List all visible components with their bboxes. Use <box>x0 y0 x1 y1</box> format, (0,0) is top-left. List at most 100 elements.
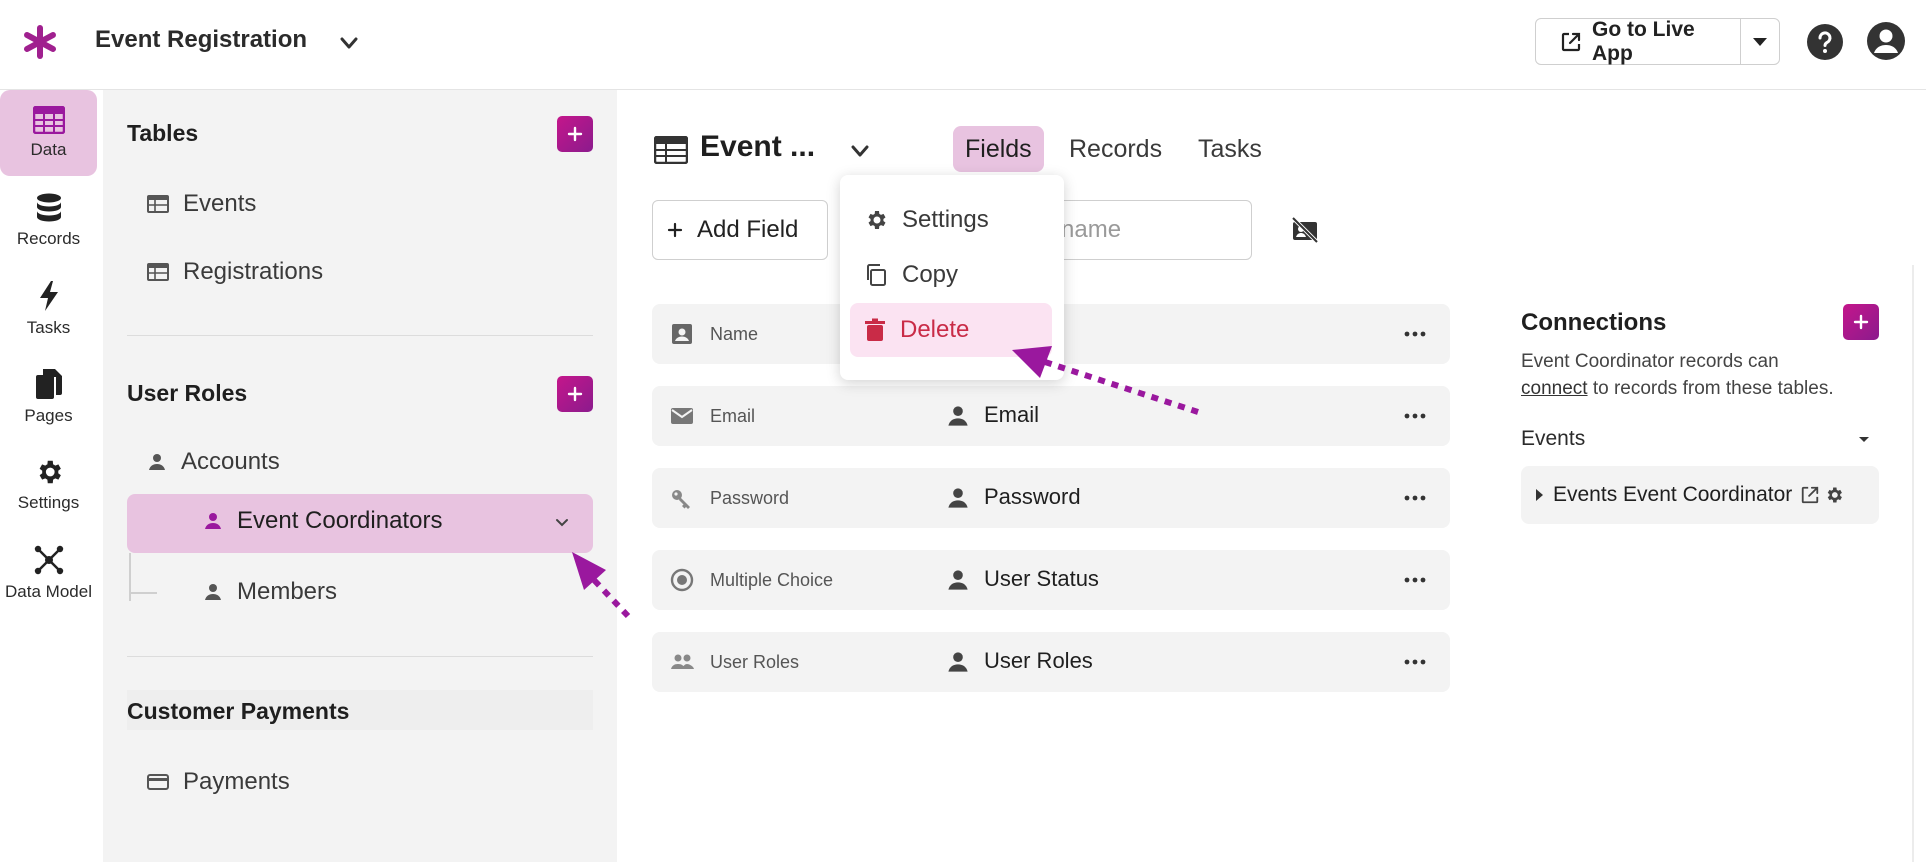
menu-item-settings[interactable]: Settings <box>850 193 1052 247</box>
chevron-down-icon[interactable] <box>847 138 873 164</box>
person-icon <box>946 486 970 510</box>
caret-down-icon[interactable] <box>1854 430 1874 450</box>
caret-down-icon <box>1753 37 1767 46</box>
tab-records[interactable]: Records <box>1057 126 1174 172</box>
app-title[interactable]: Event Registration <box>95 26 307 54</box>
app-logo-icon[interactable] <box>22 24 58 60</box>
field-name-label: User Status <box>984 566 1099 591</box>
external-link-icon <box>1560 31 1582 53</box>
more-options-icon[interactable] <box>1404 494 1426 502</box>
rail-item-label: Tasks <box>26 318 71 337</box>
person-icon <box>946 568 970 592</box>
sidebar-item-label: Events <box>183 190 257 217</box>
more-options-icon[interactable] <box>1404 330 1426 338</box>
sidebar-item-members[interactable]: Members <box>203 578 337 606</box>
pages-icon <box>35 369 62 399</box>
bolt-icon <box>39 281 58 311</box>
more-options-icon[interactable] <box>1404 658 1426 666</box>
gear-icon <box>39 460 61 484</box>
divider <box>127 656 593 657</box>
connections-group-label[interactable]: Events <box>1521 427 1585 451</box>
rail-item-data[interactable]: Data <box>0 90 97 176</box>
connections-desc-prefix: Event Coordinator records can <box>1521 351 1779 372</box>
field-row[interactable]: Multiple Choice User Status <box>652 550 1450 610</box>
person-icon <box>946 650 970 674</box>
sidebar-item-events[interactable]: Events <box>147 190 256 218</box>
hide-field-icon[interactable] <box>1290 215 1320 245</box>
add-field-label: Add Field <box>697 216 799 243</box>
rail-item-label: Pages <box>24 406 73 425</box>
menu-item-label: Copy <box>902 261 959 288</box>
help-icon[interactable] <box>1806 23 1844 61</box>
sidebar-item-event-coordinators-content[interactable]: Event Coordinators <box>203 507 442 535</box>
more-options-icon[interactable] <box>1404 576 1426 584</box>
rail-item-data-model[interactable]: Data Model <box>0 530 97 616</box>
table-icon <box>654 136 688 166</box>
sidebar-item-accounts[interactable]: Accounts <box>147 448 280 476</box>
envelope-icon <box>670 404 694 428</box>
connect-link[interactable]: connect <box>1521 378 1588 399</box>
go-to-live-app-button[interactable]: Go to Live App <box>1536 18 1741 65</box>
rail-item-label: Settings <box>17 493 80 512</box>
person-icon <box>147 452 167 472</box>
chevron-down-icon[interactable] <box>554 514 570 530</box>
caret-right-icon <box>1536 489 1543 501</box>
connections-desc-suffix: to records from these tables. <box>1592 378 1834 399</box>
menu-item-label: Settings <box>902 206 989 233</box>
menu-item-delete[interactable]: Delete <box>850 303 1052 357</box>
rail-item-settings[interactable]: Settings <box>0 442 97 528</box>
menu-item-copy[interactable]: Copy <box>850 248 1052 302</box>
tables-section-title: Tables <box>127 120 199 146</box>
data-model-icon <box>34 545 63 575</box>
plus-icon <box>567 386 583 402</box>
radio-icon <box>670 568 694 592</box>
more-options-icon[interactable] <box>1404 412 1426 420</box>
live-app-dropdown-button[interactable] <box>1741 19 1779 64</box>
connection-label: Events Event Coordinator <box>1553 483 1793 506</box>
card-icon <box>147 774 169 790</box>
person-icon <box>203 511 223 531</box>
person-icon <box>203 582 223 602</box>
connection-card[interactable]: Events Event Coordinator <box>1521 466 1879 524</box>
database-icon <box>36 193 61 222</box>
rail-item-tasks[interactable]: Tasks <box>0 266 97 352</box>
add-connection-button[interactable] <box>1843 304 1879 340</box>
gear-icon <box>864 208 888 232</box>
add-user-role-button[interactable] <box>557 376 593 412</box>
top-bar: Event Registration Go to Live App <box>0 0 1926 90</box>
sidebar-item-payments[interactable]: Payments <box>147 768 290 796</box>
field-type-label: Password <box>710 488 790 508</box>
account-profile-icon[interactable] <box>1866 21 1906 61</box>
tab-fields[interactable]: Fields <box>953 126 1044 172</box>
rail-item-label: Records <box>16 229 81 248</box>
sidebar-item-label: Members <box>237 578 338 605</box>
sidebar-item-label: Registrations <box>183 258 324 285</box>
rail-item-pages[interactable]: Pages <box>0 354 97 440</box>
go-to-live-app-button-group: Go to Live App <box>1535 18 1780 65</box>
field-row[interactable]: Email Email <box>652 386 1450 446</box>
field-name-label: User Roles <box>984 648 1093 673</box>
table-icon <box>147 263 169 281</box>
rail-item-records[interactable]: Records <box>0 178 97 264</box>
field-row[interactable]: Password Password <box>652 468 1450 528</box>
add-table-button[interactable] <box>557 116 593 152</box>
add-field-button[interactable]: Add Field <box>652 200 828 260</box>
key-icon <box>670 486 694 510</box>
sidebar-item-label: Event Coordinators <box>237 507 443 534</box>
field-type-label: Name <box>710 324 759 344</box>
gear-icon[interactable] <box>1824 485 1844 505</box>
tab-tasks[interactable]: Tasks <box>1186 126 1274 172</box>
panel-divider <box>1912 265 1914 862</box>
field-row[interactable]: User Roles User Roles <box>652 632 1450 692</box>
plus-icon <box>567 126 583 142</box>
tree-line <box>129 592 157 594</box>
copy-icon <box>864 263 888 287</box>
chevron-down-icon[interactable] <box>336 30 362 56</box>
sidebar-item-label: Payments <box>183 768 290 795</box>
person-icon <box>946 404 970 428</box>
external-link-icon[interactable] <box>1800 485 1820 505</box>
user-roles-section-title: User Roles <box>127 380 248 406</box>
table-icon <box>32 106 65 134</box>
sidebar-item-registrations[interactable]: Registrations <box>147 258 323 286</box>
connections-title: Connections <box>1521 309 1667 336</box>
